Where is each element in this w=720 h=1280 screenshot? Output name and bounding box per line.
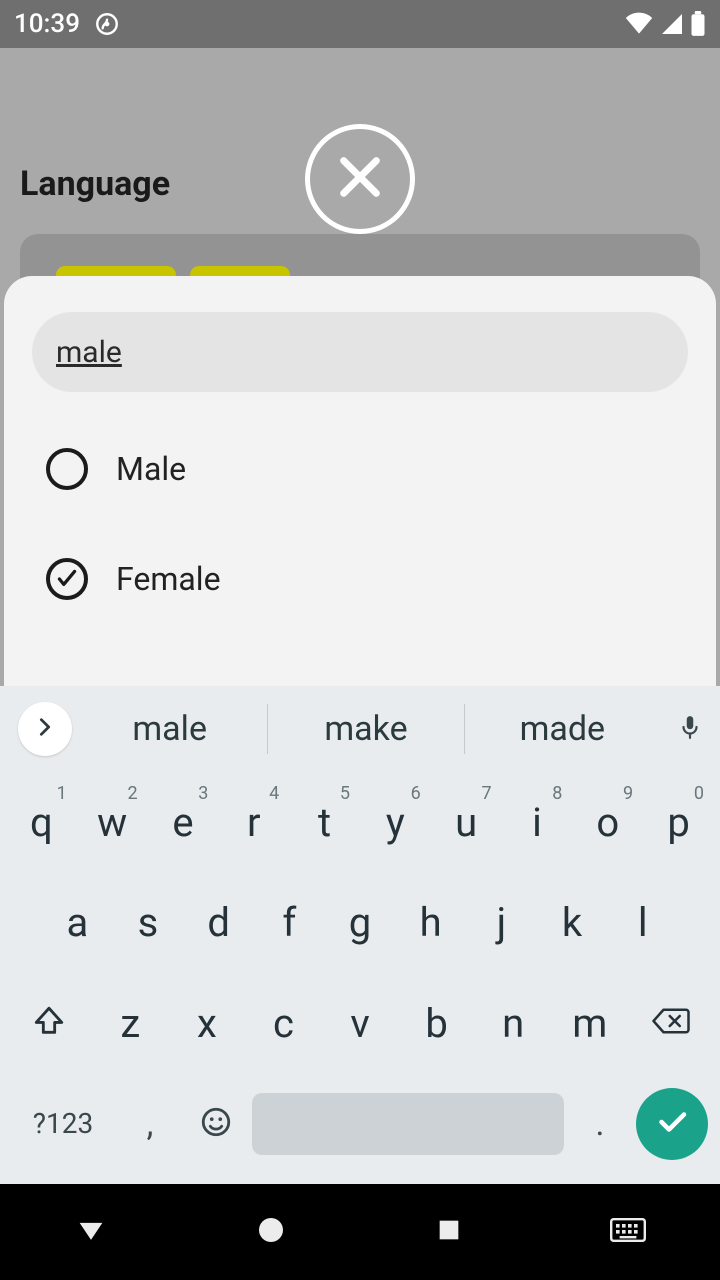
key-i[interactable]: i8 bbox=[502, 779, 573, 865]
shift-key[interactable] bbox=[6, 980, 92, 1066]
key-u[interactable]: u7 bbox=[431, 779, 502, 865]
key-row-3: z x c v b n m bbox=[6, 980, 714, 1066]
status-left: 10:39 bbox=[14, 9, 120, 39]
key-g[interactable]: g bbox=[325, 880, 396, 966]
square-icon bbox=[435, 1229, 463, 1248]
key-b[interactable]: b bbox=[398, 980, 475, 1066]
period-key[interactable]: . bbox=[570, 1104, 630, 1144]
key-f[interactable]: f bbox=[254, 880, 325, 966]
radio-checked-icon bbox=[46, 558, 88, 600]
nav-home-button[interactable] bbox=[255, 1214, 287, 1250]
key-n[interactable]: n bbox=[475, 980, 552, 1066]
suggestion-1[interactable]: male bbox=[72, 704, 268, 754]
key-d[interactable]: d bbox=[183, 880, 254, 966]
key-x[interactable]: x bbox=[169, 980, 246, 1066]
dnd-icon bbox=[94, 11, 120, 37]
key-s[interactable]: s bbox=[113, 880, 184, 966]
nav-keyboard-button[interactable] bbox=[610, 1217, 646, 1247]
key-rows: q1 w2 e3 r4 t5 y6 u7 i8 o9 p0 a s d f g … bbox=[0, 772, 720, 1184]
key-p[interactable]: p0 bbox=[643, 779, 714, 865]
option-label: Female bbox=[116, 560, 221, 598]
radio-unchecked-icon bbox=[46, 448, 88, 490]
battery-icon bbox=[690, 11, 706, 37]
key-w[interactable]: w2 bbox=[77, 779, 148, 865]
status-right bbox=[624, 11, 706, 37]
emoji-key[interactable] bbox=[186, 1105, 246, 1143]
key-j[interactable]: j bbox=[466, 880, 537, 966]
suggestion-3[interactable]: made bbox=[465, 704, 660, 754]
option-female[interactable]: Female bbox=[46, 558, 688, 600]
circle-icon bbox=[255, 1231, 287, 1250]
nav-back-button[interactable] bbox=[74, 1213, 108, 1251]
options-list: Male Female bbox=[32, 448, 688, 600]
key-t[interactable]: t5 bbox=[289, 779, 360, 865]
wifi-icon bbox=[624, 12, 654, 36]
check-icon bbox=[654, 1104, 690, 1144]
suggestion-slots: male make made bbox=[72, 704, 660, 754]
key-q[interactable]: q1 bbox=[6, 779, 77, 865]
shift-icon bbox=[32, 1004, 66, 1042]
close-icon bbox=[332, 149, 388, 209]
voice-input-button[interactable] bbox=[660, 712, 720, 746]
cell-signal-icon bbox=[660, 12, 684, 36]
key-row-4: ?123 , . bbox=[6, 1081, 714, 1167]
keyboard: male make made q1 w2 e3 r4 t5 y6 u7 i8 o… bbox=[0, 686, 720, 1184]
key-o[interactable]: o9 bbox=[572, 779, 643, 865]
close-button[interactable] bbox=[305, 124, 415, 234]
key-row-2: a s d f g h j k l bbox=[6, 880, 714, 966]
emoji-icon bbox=[199, 1105, 233, 1143]
keyboard-icon bbox=[610, 1228, 646, 1247]
backspace-key[interactable] bbox=[628, 980, 714, 1066]
nav-bar bbox=[0, 1184, 720, 1280]
nav-recents-button[interactable] bbox=[435, 1216, 463, 1248]
key-r[interactable]: r4 bbox=[218, 779, 289, 865]
option-label: Male bbox=[116, 450, 186, 488]
key-a[interactable]: a bbox=[42, 880, 113, 966]
screen: 10:39 Language bbox=[0, 0, 720, 1280]
key-k[interactable]: k bbox=[537, 880, 608, 966]
status-bar: 10:39 bbox=[0, 0, 720, 48]
search-value: male bbox=[56, 335, 122, 370]
suggestion-row: male make made bbox=[0, 686, 720, 772]
suggestion-2[interactable]: make bbox=[268, 704, 464, 754]
symbols-key[interactable]: ?123 bbox=[12, 1107, 114, 1140]
chevron-right-icon bbox=[34, 716, 56, 742]
status-time: 10:39 bbox=[14, 9, 80, 39]
backspace-icon bbox=[651, 1005, 691, 1041]
key-z[interactable]: z bbox=[92, 980, 169, 1066]
key-c[interactable]: c bbox=[245, 980, 322, 1066]
key-l[interactable]: l bbox=[607, 880, 678, 966]
key-y[interactable]: y6 bbox=[360, 779, 431, 865]
key-e[interactable]: e3 bbox=[148, 779, 219, 865]
key-v[interactable]: v bbox=[322, 980, 399, 1066]
mic-icon bbox=[677, 712, 703, 746]
key-h[interactable]: h bbox=[395, 880, 466, 966]
search-input[interactable]: male bbox=[32, 312, 688, 392]
key-row-1: q1 w2 e3 r4 t5 y6 u7 i8 o9 p0 bbox=[6, 779, 714, 865]
key-m[interactable]: m bbox=[551, 980, 628, 1066]
expand-suggestions-button[interactable] bbox=[18, 702, 72, 756]
option-male[interactable]: Male bbox=[46, 448, 688, 490]
enter-key[interactable] bbox=[636, 1088, 708, 1160]
comma-key[interactable]: , bbox=[120, 1104, 180, 1144]
triangle-down-icon bbox=[74, 1232, 108, 1251]
space-key[interactable] bbox=[252, 1093, 564, 1155]
